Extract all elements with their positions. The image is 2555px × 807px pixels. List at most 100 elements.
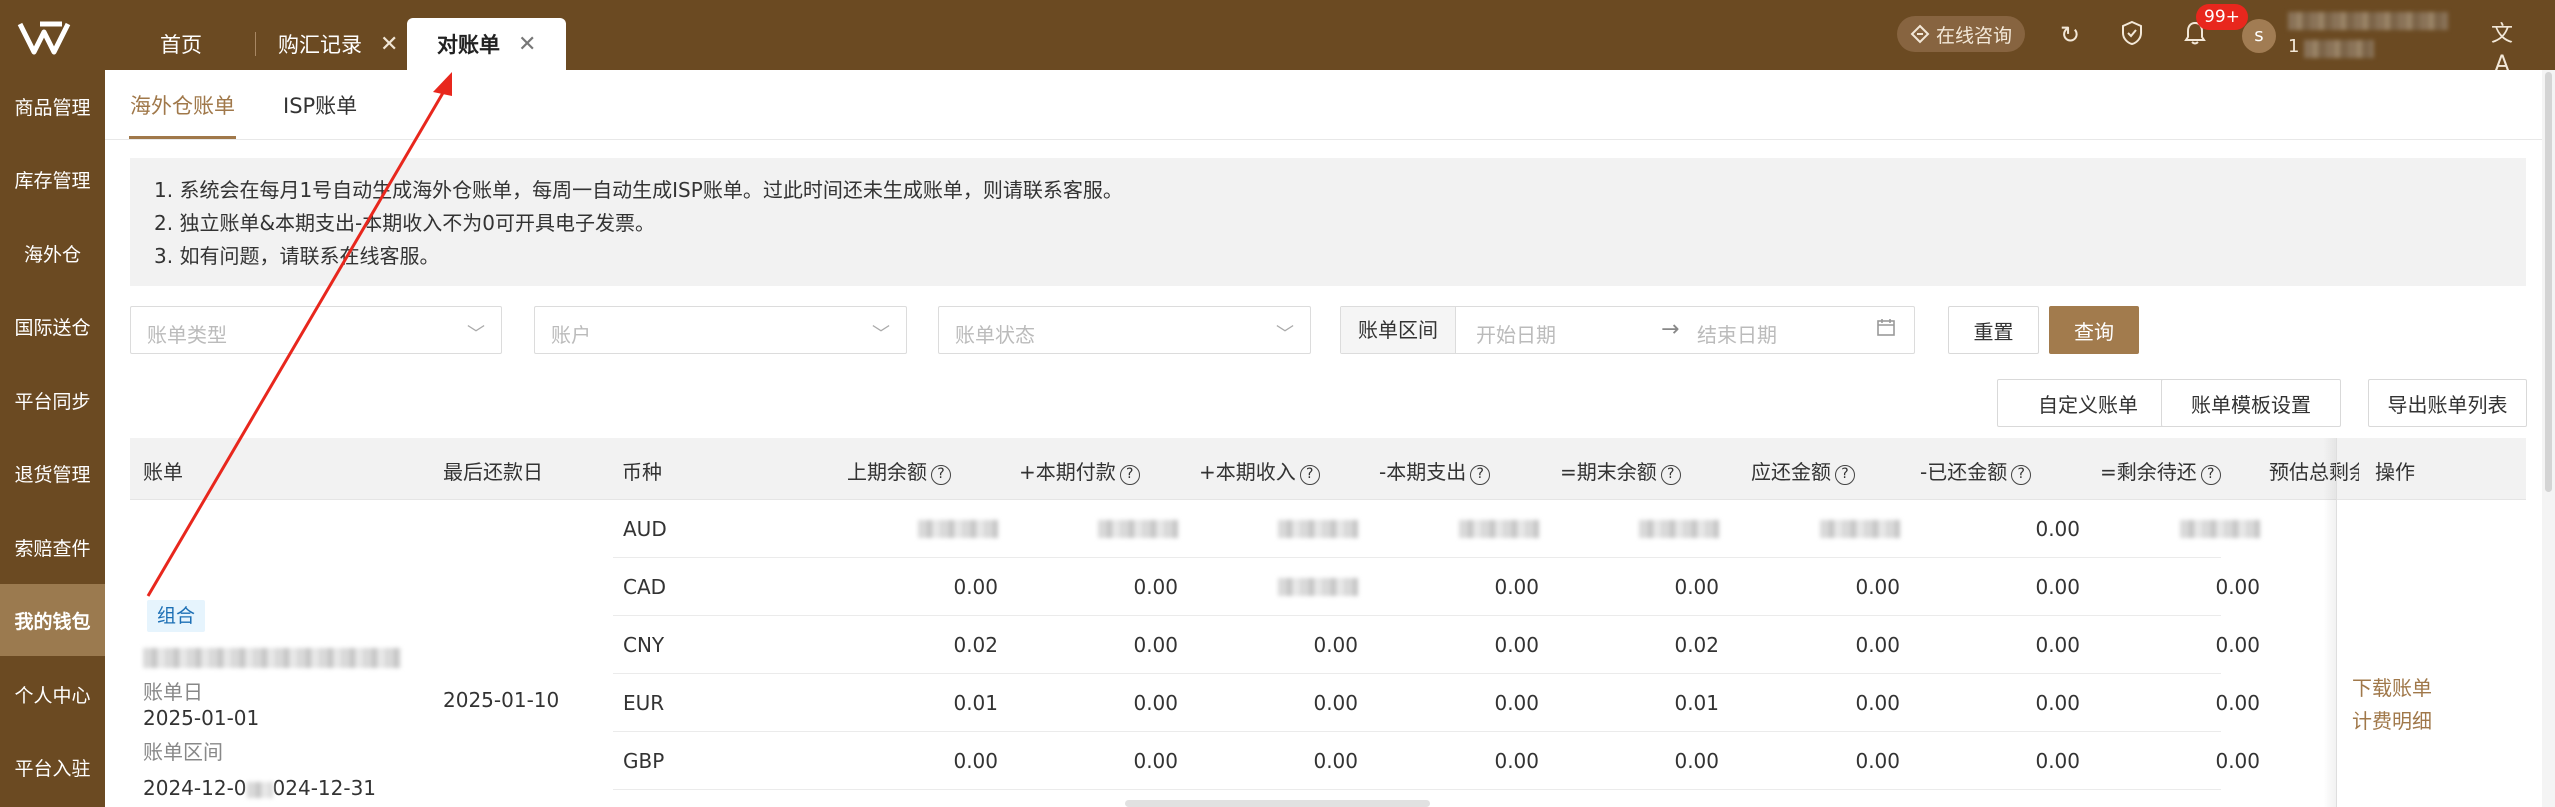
tab-statements-label: 对账单	[437, 33, 500, 57]
bill-date-range: 账单区间 开始日期 → 结束日期	[1340, 306, 1915, 354]
tab-statements[interactable]: 对账单 ✕	[407, 18, 567, 70]
tab-isp-bill[interactable]: ISP账单	[283, 90, 357, 120]
refresh-icon[interactable]: ↻	[2055, 20, 2085, 50]
help-icon[interactable]: ?	[1660, 465, 1681, 485]
notice-line: 3. 如有问题，请联系在线客服。	[154, 244, 440, 268]
sidebar-item-label: 商品管理	[14, 96, 91, 119]
sidebar: 商品管理 库存管理 海外仓 国际送仓 平台同步 退货管理 索赔查件 我的钱包 个…	[0, 70, 105, 807]
horizontal-scrollbar-thumb[interactable]	[1125, 800, 1430, 807]
amount-cell: 0.01	[1674, 691, 1719, 715]
amount-cell: 0.00	[1494, 691, 1539, 715]
shield-icon[interactable]	[2117, 20, 2147, 50]
amount-cell: 0.02	[1674, 633, 1719, 657]
last-due-date: 2025-01-10	[443, 688, 560, 712]
ops-column	[2323, 438, 2526, 807]
help-icon[interactable]: ?	[931, 465, 951, 485]
amount-cell: 0.00	[1494, 749, 1539, 773]
close-icon[interactable]: ✕	[380, 32, 398, 57]
bill-type-placeholder: 账单类型	[147, 323, 227, 347]
notice-line: 2. 独立账单&本期支出-本期收入不为0可开具电子发票。	[154, 211, 655, 235]
sidebar-item-returns[interactable]: 退货管理	[0, 437, 105, 509]
amount-cell: 0.00	[1494, 633, 1539, 657]
column-header-end-balance: =期末余额?	[1560, 456, 1681, 485]
reset-button[interactable]: 重置	[1948, 306, 2039, 354]
amount-cell: 0.00	[1855, 691, 1900, 715]
sidebar-item-international-delivery[interactable]: 国际送仓	[0, 290, 105, 362]
column-shadow	[2323, 438, 2337, 807]
help-icon[interactable]: ?	[1470, 465, 1491, 485]
sidebar-item-label: 平台同步	[14, 390, 91, 413]
amount-cell: 0.00	[2035, 575, 2080, 599]
chevron-down-icon: ﹀	[467, 324, 485, 345]
sidebar-item-label: 国际送仓	[14, 316, 91, 339]
bill-template-settings-button[interactable]: 账单模板设置	[2161, 379, 2341, 427]
help-icon[interactable]: ?	[2011, 465, 2032, 485]
end-date-input[interactable]: 结束日期	[1697, 319, 1777, 348]
avatar[interactable]: s	[2242, 19, 2276, 53]
online-consult-button[interactable]: 在线咨询	[1897, 16, 2025, 52]
billing-detail-link[interactable]: 计费明细	[2352, 705, 2432, 734]
sidebar-item-products[interactable]: 商品管理	[0, 70, 105, 142]
column-header-bill: 账单	[143, 460, 183, 484]
help-icon[interactable]: ?	[1299, 465, 1320, 485]
amount-cell: 0.00	[1494, 575, 1539, 599]
sidebar-item-label: 个人中心	[14, 684, 91, 707]
translate-icon[interactable]: 文A	[2487, 20, 2517, 77]
tab-exchange-records[interactable]: 购汇记录 ✕	[278, 18, 398, 70]
amount-cell: 0.00	[2035, 633, 2080, 657]
bill-status-select[interactable]: 账单状态 ﹀	[938, 306, 1311, 354]
amount-cell: 0.00	[2215, 691, 2260, 715]
sidebar-item-profile[interactable]: 个人中心	[0, 658, 105, 730]
table-header: 账单 最后还款日 币种 上期余额? +本期付款? +本期收入? -本期支出? =…	[130, 438, 2526, 500]
account-select[interactable]: 账户 ﹀	[534, 306, 907, 354]
bill-status-placeholder: 账单状态	[955, 323, 1035, 347]
tab-exchange-records-label: 购汇记录	[278, 33, 362, 57]
currency-cell: CNY	[623, 633, 665, 657]
bill-range-value: 2024-12-0 024-12-31	[143, 776, 376, 800]
amount-cell: 0.00	[1313, 633, 1358, 657]
start-date-input[interactable]: 开始日期	[1476, 319, 1556, 348]
close-icon[interactable]: ✕	[518, 32, 536, 57]
amount-cell: 0.00	[953, 749, 998, 773]
tab-overseas-bill[interactable]: 海外仓账单	[130, 90, 235, 120]
sidebar-item-inventory[interactable]: 库存管理	[0, 143, 105, 215]
bill-range-label: 账单区间	[143, 740, 223, 764]
sidebar-item-claims[interactable]: 索赔查件	[0, 511, 105, 583]
bill-type-select[interactable]: 账单类型 ﹀	[130, 306, 502, 354]
column-header-currency: 币种	[622, 460, 662, 484]
redacted-range	[246, 781, 273, 798]
sidebar-item-overseas-warehouse[interactable]: 海外仓	[0, 217, 105, 289]
help-icon[interactable]: ?	[1119, 465, 1140, 485]
amount-cell: 0.00	[2035, 517, 2080, 541]
query-button[interactable]: 查询	[2049, 306, 2139, 354]
sidebar-item-wallet[interactable]: 我的钱包	[0, 584, 105, 656]
scrollbar-thumb[interactable]	[2545, 72, 2552, 492]
help-icon[interactable]: ?	[1835, 465, 1855, 485]
redacted-amount	[1278, 578, 1358, 596]
bill-date-label: 账单日	[143, 680, 203, 704]
redacted-amount	[1820, 520, 1900, 538]
help-icon[interactable]: ?	[2200, 465, 2221, 485]
export-bill-list-button[interactable]: 导出账单列表	[2368, 379, 2527, 427]
sidebar-item-label: 退货管理	[14, 463, 91, 486]
combo-tag: 组合	[147, 600, 206, 632]
column-header-prev-balance: 上期余额?	[847, 456, 951, 485]
column-header-remaining: =剩余待还?	[2100, 456, 2221, 485]
online-consult-label: 在线咨询	[1935, 24, 2012, 47]
sidebar-item-platform-onboarding[interactable]: 平台入驻	[0, 731, 105, 803]
column-header-income: +本期收入?	[1199, 456, 1320, 485]
table-row: GBP 0.00 0.00 0.00 0.00 0.00 0.00 0.00 0.00	[613, 732, 2260, 790]
custom-bill-button[interactable]: 自定义账单	[1997, 379, 2179, 427]
account-placeholder: 账户	[551, 323, 591, 347]
download-bill-link[interactable]: 下载账单	[2352, 672, 2432, 701]
table-row: CAD 0.00 0.00 0.00 0.00 0.00 0.00 0.00	[613, 558, 2260, 616]
currency-cell: AUD	[623, 517, 667, 541]
amount-cell: 0.00	[2035, 749, 2080, 773]
column-header-expense: -本期支出?	[1379, 456, 1491, 485]
sidebar-item-platform-sync[interactable]: 平台同步	[0, 364, 105, 436]
sub-tabs: 海外仓账单 ISP账单	[105, 70, 2545, 140]
calendar-icon	[1876, 317, 1896, 342]
sidebar-item-label: 库存管理	[14, 169, 91, 192]
amount-cell: 0.00	[953, 575, 998, 599]
tab-home[interactable]: 首页	[160, 18, 202, 70]
